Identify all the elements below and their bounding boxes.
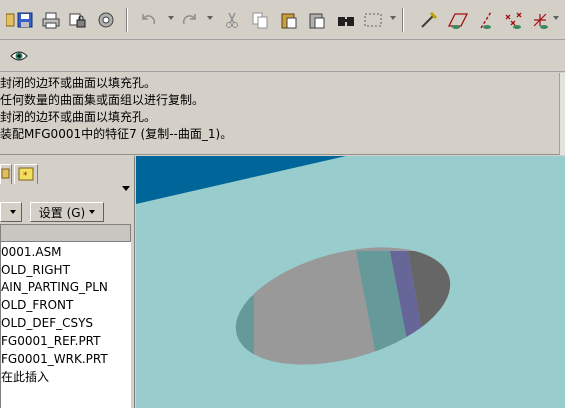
main-toolbar <box>0 0 565 40</box>
select-box-icon[interactable] <box>362 9 384 31</box>
model-tree-panel: * 设置 (G) 0001.ASM OLD_RIGHT AIN_PARTING_… <box>0 156 135 408</box>
message-area: 封闭的边环或曲面以填充孔。 任何数量的曲面集或面组以进行复制。 封闭的边环或曲面… <box>0 73 565 155</box>
find-icon[interactable] <box>335 9 357 31</box>
tab-model-tree[interactable] <box>0 164 12 184</box>
hole-surface <box>223 226 463 386</box>
tree-item[interactable]: OLD_FRONT <box>1 296 73 314</box>
chevron-down-icon[interactable] <box>122 186 130 191</box>
paste-special-icon[interactable] <box>306 9 328 31</box>
chevron-down-icon <box>89 210 96 214</box>
chevron-down-icon[interactable] <box>390 16 396 20</box>
print-icon[interactable] <box>40 9 62 31</box>
chevron-down-icon[interactable] <box>207 16 213 20</box>
tree-item[interactable]: OLD_DEF_CSYS <box>1 314 93 332</box>
settings-button-label: 设置 (G) <box>38 205 86 220</box>
panel-tabs: * <box>0 160 135 184</box>
settings-icon[interactable] <box>95 9 117 31</box>
plane-icon[interactable] <box>447 9 469 31</box>
panel-header: 设置 (G) <box>0 202 132 226</box>
message-line: 装配MFG0001中的特征7 (复制--曲面_1)。 <box>0 127 233 141</box>
tree-item[interactable]: 0001.ASM <box>1 243 62 261</box>
tree-item[interactable]: AIN_PARTING_PLN <box>1 278 108 296</box>
graphics-viewport[interactable] <box>136 156 565 408</box>
svg-text:*: * <box>23 171 28 181</box>
copy-icon[interactable] <box>249 9 271 31</box>
undo-icon[interactable] <box>138 9 160 31</box>
message-line: 任何数量的曲面集或面组以进行复制。 <box>0 93 205 107</box>
blue-surface <box>136 156 346 204</box>
model-tree: 0001.ASM OLD_RIGHT AIN_PARTING_PLN OLD_F… <box>0 242 131 408</box>
message-scrollbar[interactable] <box>559 73 565 155</box>
tab-folder-browser[interactable]: * <box>14 164 38 184</box>
message-line: 封闭的边环或曲面以填充孔。 <box>0 110 157 124</box>
save-icon[interactable] <box>14 9 36 31</box>
chevron-down-icon[interactable] <box>553 16 559 20</box>
lock-icon[interactable] <box>66 9 88 31</box>
paste-icon[interactable] <box>278 9 300 31</box>
secondary-toolbar <box>0 40 565 72</box>
model-view <box>136 156 463 386</box>
csys-icon[interactable] <box>530 9 552 31</box>
chevron-down-icon[interactable] <box>168 16 174 20</box>
tree-item[interactable]: OLD_RIGHT <box>1 261 70 279</box>
point-icon[interactable] <box>503 9 525 31</box>
tree-column-header <box>0 224 131 242</box>
eye-icon[interactable] <box>8 45 30 67</box>
redo-icon[interactable] <box>178 9 200 31</box>
chevron-down-icon <box>10 210 16 214</box>
cut-icon[interactable] <box>221 9 243 31</box>
tree-item[interactable]: FG0001_REF.PRT <box>1 332 100 350</box>
axis-icon[interactable] <box>476 9 498 31</box>
tree-item[interactable]: 在此插入 <box>1 368 49 386</box>
message-line: 封闭的边环或曲面以填充孔。 <box>0 76 157 90</box>
sketch-icon[interactable] <box>418 9 440 31</box>
show-button[interactable] <box>0 202 22 222</box>
settings-button[interactable]: 设置 (G) <box>30 202 104 222</box>
tree-item[interactable]: FG0001_WRK.PRT <box>1 350 108 368</box>
